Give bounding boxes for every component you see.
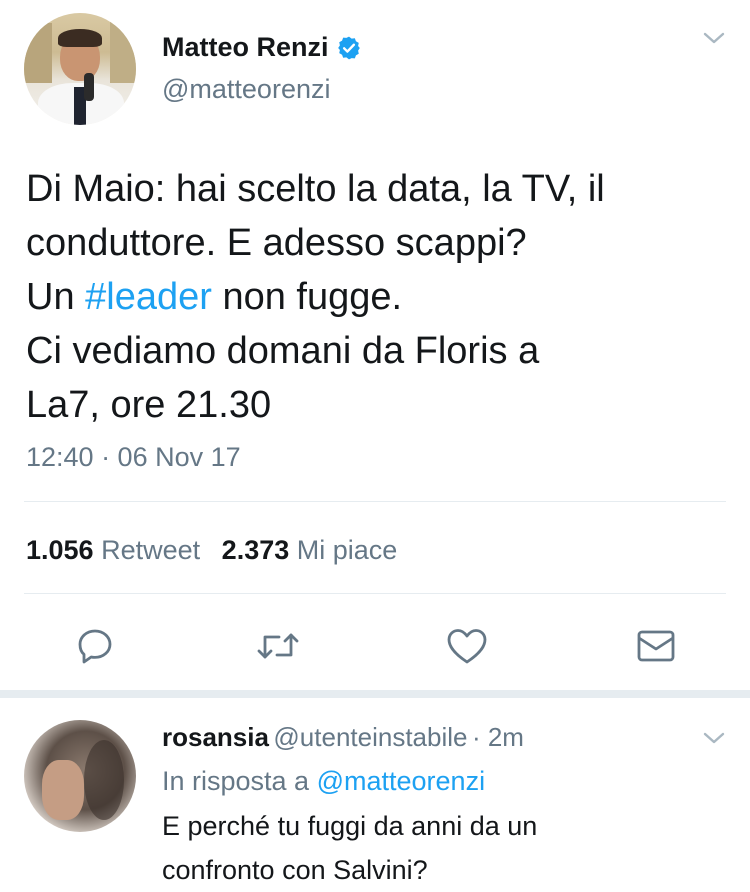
message-icon[interactable] [636,629,676,663]
reply-text: E perché tu fuggi da anni da un confront… [162,804,722,892]
tweet-timestamp[interactable]: 12:40 · 06 Nov 17 [26,442,241,473]
reply-chevron-down-icon[interactable] [702,730,726,751]
tweet-text-line: Ci vediamo domani da Floris a [26,330,540,372]
retweet-icon[interactable] [256,629,300,663]
in-reply-prefix: In risposta a [162,766,310,796]
in-reply-to: In risposta a @matteorenzi [162,766,485,797]
author-avatar[interactable] [24,13,136,125]
like-label: Mi piace [296,535,398,565]
tweet-text: Di Maio: hai scelto la data, la TV, il c… [26,162,726,432]
reply-icon[interactable] [76,627,114,665]
tweet-text-line: Di Maio: hai scelto la data, la TV, il [26,168,605,210]
author-name[interactable]: Matteo Renzi [162,32,329,63]
like-icon[interactable] [446,627,488,665]
thread-separator [0,690,750,698]
divider [24,501,726,502]
tweet-text-segment: Un [26,276,86,318]
like-stat[interactable]: 2.373 Mi piace [222,535,398,565]
reply-author-avatar[interactable] [24,720,136,832]
reply-text-line: E perché tu fuggi da anni da un [162,811,538,841]
engagement-stats: 1.056 Retweet 2.373 Mi piace [26,535,397,566]
divider [24,593,726,594]
reply-time[interactable]: · 2m [472,722,524,752]
tweet-text-line: La7, ore 21.30 [26,384,272,426]
tweet-text-segment: non fugge. [211,276,403,318]
retweet-label: Retweet [101,535,201,565]
author-handle[interactable]: @matteorenzi [162,74,330,105]
reply-author-handle[interactable]: @utenteinstabile [273,722,467,752]
verified-badge-icon [336,35,362,61]
tweet-text-line: conduttore. E adesso scappi? [26,222,527,264]
reply-header: rosansia @utenteinstabile · 2m [162,722,524,753]
in-reply-mention[interactable]: @matteorenzi [317,766,485,796]
reply-text-line: confronto con Salvini? [162,855,428,885]
author-name-row[interactable]: Matteo Renzi [162,32,362,63]
tweet-text-line: Un #leader non fugge. [26,270,726,324]
retweet-stat[interactable]: 1.056 Retweet [26,535,200,565]
reply-author-name[interactable]: rosansia [162,722,269,752]
hashtag-link[interactable]: #leader [85,276,212,318]
retweet-count: 1.056 [26,535,94,565]
chevron-down-icon[interactable] [702,30,726,51]
like-count: 2.373 [221,535,290,565]
